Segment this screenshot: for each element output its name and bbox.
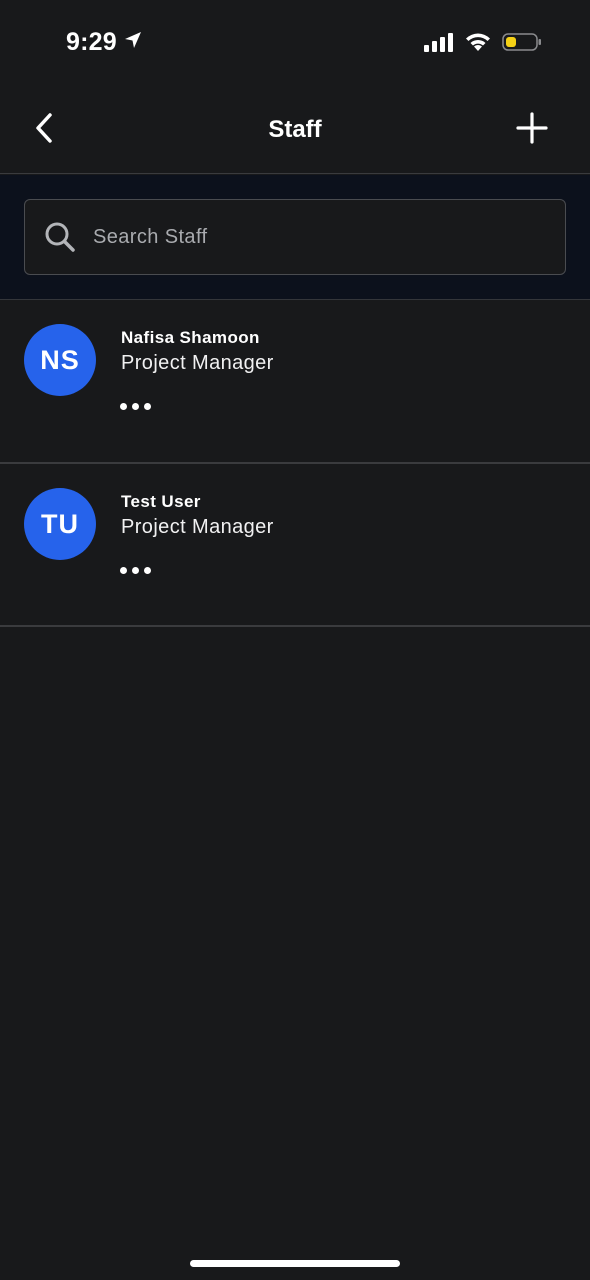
more-options-button[interactable]: [120, 396, 156, 416]
more-options-button[interactable]: [120, 560, 156, 580]
search-icon: [43, 220, 77, 254]
status-time-text: 9:29: [66, 28, 117, 56]
staff-list-item[interactable]: TU Test User Project Manager: [0, 464, 590, 627]
staff-list: NS Nafisa Shamoon Project Manager TU Tes…: [0, 300, 590, 627]
home-indicator[interactable]: [190, 1260, 400, 1267]
staff-name: Test User: [121, 492, 201, 511]
status-icons: [424, 32, 542, 57]
search-area: [0, 175, 590, 300]
more-options-icon: [120, 566, 151, 574]
avatar: TU: [24, 488, 96, 560]
status-time: 9:29: [66, 28, 143, 57]
staff-role: Project Manager: [121, 352, 274, 374]
wifi-icon: [464, 32, 492, 57]
plus-icon: [516, 111, 548, 149]
page-title: Staff: [268, 116, 322, 143]
add-staff-button[interactable]: [514, 111, 550, 149]
status-bar: 9:29: [0, 0, 590, 88]
location-arrow-icon: [123, 28, 143, 57]
battery-low-icon: [502, 32, 542, 57]
staff-screen: 9:29 Staff Search Staff NS Nafisa Shamoo…: [0, 0, 590, 1280]
avatar: NS: [24, 324, 96, 396]
search-box[interactable]: [24, 199, 566, 275]
staff-list-item[interactable]: NS Nafisa Shamoon Project Manager: [0, 300, 590, 464]
staff-role: Project Manager: [121, 516, 274, 538]
staff-name: Nafisa Shamoon: [121, 328, 260, 347]
signal-bars-icon: [424, 32, 454, 57]
more-options-icon: [120, 402, 151, 410]
search-input[interactable]: [93, 200, 565, 274]
nav-bar: Staff: [0, 88, 590, 174]
